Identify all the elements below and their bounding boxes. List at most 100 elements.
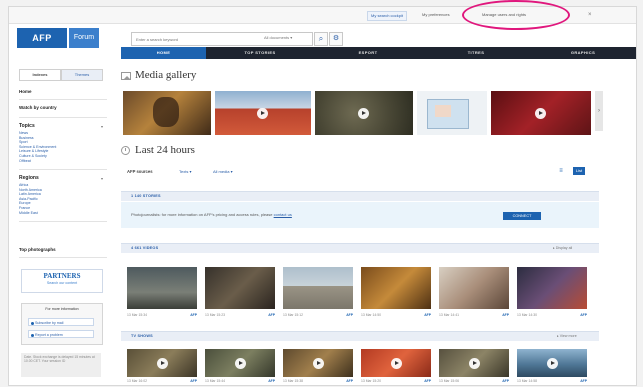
tv-date: 13 Mar 15:38	[283, 379, 303, 383]
chevron-right-icon[interactable]: ›	[595, 91, 603, 131]
partners-banner[interactable]: PARTNERS Search our content	[21, 269, 103, 293]
tab-indexes[interactable]: Indexes	[19, 69, 61, 81]
video-meta: 13 Mar 15:12 AFP	[283, 313, 353, 318]
tv-thumb[interactable]	[127, 349, 197, 377]
play-icon[interactable]	[235, 358, 246, 369]
tab-themes[interactable]: Themes	[61, 69, 103, 81]
tv-title: TV SHOWS	[131, 334, 153, 338]
play-icon[interactable]	[547, 358, 558, 369]
main-content: Media gallery › Last 24 hours AFP source…	[121, 63, 636, 385]
video-thumb[interactable]	[127, 267, 197, 309]
afp-logo[interactable]: AFP	[17, 28, 67, 48]
video-date: 13 Mar 14:30	[517, 313, 537, 317]
display-all-link[interactable]: ▸ Display all	[553, 246, 572, 250]
page: My search cockpit My preferences Manage …	[8, 6, 637, 386]
play-icon[interactable]	[535, 108, 546, 119]
tv-source: AFP	[502, 379, 509, 383]
highlight-ring	[462, 0, 570, 30]
tv-thumb[interactable]	[439, 349, 509, 377]
filter-row: AFP sources Texts ▾ All media ▾ ≡ List	[121, 167, 599, 177]
play-icon[interactable]	[157, 358, 168, 369]
search-cockpit-link[interactable]: My search cockpit	[367, 11, 408, 21]
video-source: AFP	[502, 313, 509, 317]
video-thumb[interactable]	[283, 267, 353, 309]
video-thumb[interactable]	[517, 267, 587, 309]
search-scope-dropdown[interactable]: All documents ▾	[264, 35, 292, 40]
info-box-title: For more information	[45, 307, 79, 311]
tv-thumb[interactable]	[205, 349, 275, 377]
type-dropdown[interactable]: Texts ▾	[179, 169, 191, 174]
tv-thumb[interactable]	[517, 349, 587, 377]
tab-top-stories[interactable]: TOP STORIES	[206, 47, 314, 59]
video-source: AFP	[346, 313, 353, 317]
tab-titres[interactable]: TITRES	[422, 47, 530, 59]
preferences-link[interactable]: My preferences	[419, 11, 453, 19]
list-view-toggle[interactable]: List	[573, 167, 585, 175]
play-icon[interactable]	[469, 358, 480, 369]
search-box: All documents ▾	[131, 32, 313, 46]
sidebar-item-topic[interactable]: Offbeat	[19, 159, 56, 164]
tv-source: AFP	[268, 379, 275, 383]
close-icon[interactable]: ×	[585, 11, 595, 19]
tab-home[interactable]: HOME	[121, 47, 206, 59]
video-source: AFP	[580, 313, 587, 317]
info-box: For more information Subscribe by mail R…	[21, 303, 103, 345]
gallery-thumb[interactable]	[215, 91, 311, 135]
tv-date: 13 Mar 15:06	[439, 379, 459, 383]
subscribe-mail-button[interactable]: Subscribe by mail	[28, 318, 94, 326]
tv-source: AFP	[190, 379, 197, 383]
sidebar-item-top-photos[interactable]: Top photographs	[19, 247, 56, 252]
sidebar-item-home[interactable]: Home	[19, 89, 32, 94]
video-thumb[interactable]	[205, 267, 275, 309]
sidebar-tabs: Indexes Themes	[19, 69, 103, 81]
play-icon[interactable]	[391, 358, 402, 369]
video-meta: 13 Mar 14:50 AFP	[361, 313, 431, 318]
tv-band[interactable]: TV SHOWS ▸ View more	[121, 331, 599, 341]
connect-button[interactable]: CONNECT	[503, 212, 541, 220]
tab-graphics[interactable]: GRAPHICS	[530, 47, 636, 59]
video-source: AFP	[424, 313, 431, 317]
tv-meta: 13 Mar 15:44 AFP	[205, 379, 275, 384]
tv-thumb[interactable]	[283, 349, 353, 377]
regions-heading[interactable]: Regions	[19, 175, 39, 181]
contact-link[interactable]: contact us	[274, 212, 292, 217]
topics-heading[interactable]: Topics	[19, 123, 35, 129]
notice-body: Photojournalists: for more information o…	[131, 212, 274, 217]
search-icon[interactable]: ⌕	[314, 32, 328, 46]
gallery-thumb[interactable]	[123, 91, 211, 135]
chevron-down-icon[interactable]: ▾	[101, 176, 103, 181]
video-thumb[interactable]	[361, 267, 431, 309]
media-dropdown[interactable]: All media ▾	[213, 169, 233, 174]
topics-list: News Business Sport Science & Environmen…	[19, 131, 56, 163]
sidebar-footer-note: Date. Stock exchange is delayed 15 minut…	[21, 353, 101, 377]
view-more-link[interactable]: ▸ View more	[557, 334, 577, 338]
report-problem-button[interactable]: Report a problem	[28, 330, 94, 338]
stories-band[interactable]: 1 140 STORIES	[121, 191, 599, 201]
sidebar-item-region[interactable]: Middle East	[19, 211, 42, 216]
video-thumb[interactable]	[439, 267, 509, 309]
gallery-thumb[interactable]	[491, 91, 591, 135]
forum-logo[interactable]: Forum	[69, 28, 99, 48]
sidebar-item-watch[interactable]: Watch by country	[19, 105, 57, 110]
gallery-thumb-map[interactable]	[417, 91, 487, 135]
divider	[19, 99, 107, 100]
tv-meta: 13 Mar 15:38 AFP	[283, 379, 353, 384]
sources-label: AFP sources	[127, 169, 153, 174]
video-date: 13 Mar 15:23	[205, 313, 225, 317]
video-date: 13 Mar 15:12	[283, 313, 303, 317]
tab-esport[interactable]: ESPORT	[314, 47, 422, 59]
divider	[19, 169, 107, 170]
media-gallery-title: Media gallery	[135, 69, 197, 81]
play-icon[interactable]	[257, 108, 268, 119]
gallery-thumb[interactable]	[315, 91, 413, 135]
search-input[interactable]	[136, 34, 246, 44]
grid-view-icon[interactable]: ≡	[557, 167, 565, 175]
videos-band[interactable]: 4 661 VIDEOS ▸ Display all	[121, 243, 599, 253]
chevron-down-icon[interactable]: ▾	[101, 124, 103, 129]
play-icon[interactable]	[313, 358, 324, 369]
advanced-search-icon[interactable]: ⚙	[329, 32, 343, 46]
tv-meta: 13 Mar 15:06 AFP	[439, 379, 509, 384]
play-icon[interactable]	[358, 108, 369, 119]
tv-thumb[interactable]	[361, 349, 431, 377]
divider	[19, 257, 107, 258]
